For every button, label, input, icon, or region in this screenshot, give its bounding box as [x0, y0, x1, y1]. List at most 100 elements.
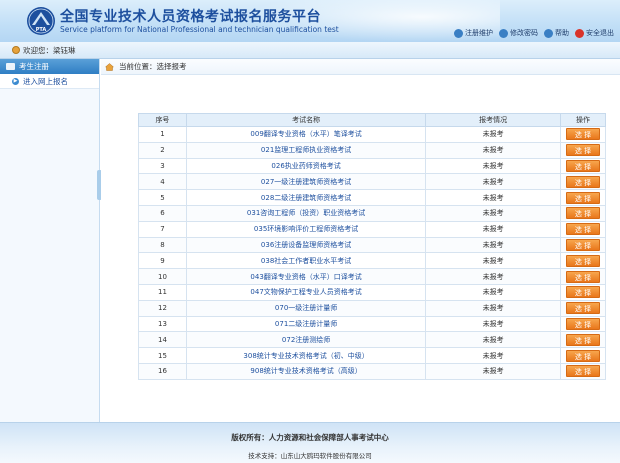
registration-status: 未报考	[425, 299, 561, 317]
select-button[interactable]: 选 择	[566, 238, 600, 251]
exam-name: 031咨询工程师（投资）职业资格考试	[185, 204, 427, 222]
row-number: 4	[138, 173, 187, 191]
registration-status: 未报考	[425, 173, 561, 191]
username: 梁钰琳	[53, 45, 76, 55]
pta-logo-icon: PTA	[27, 7, 55, 35]
logout-link[interactable]: 安全退出	[575, 28, 614, 38]
table-row: 6 031咨询工程师（投资）职业资格考试 未报考选 择	[138, 204, 606, 222]
power-icon	[575, 28, 584, 38]
select-button[interactable]: 选 择	[566, 207, 600, 220]
arrow-right-icon: ▶	[12, 77, 19, 85]
site-subtitle: Service platform for National Profession…	[60, 25, 339, 34]
select-button[interactable]: 选 择	[566, 317, 600, 330]
table-row: 3 026执业药师资格考试 未报考选 择	[138, 157, 606, 175]
select-button[interactable]: 选 择	[566, 159, 600, 172]
row-number: 1	[138, 126, 187, 143]
table-row: 11 047文物保护工程专业人员资格考试 未报考选 择	[138, 283, 606, 301]
row-number: 10	[138, 268, 187, 285]
exam-name: 043翻译专业资格（水平）口译考试	[185, 268, 427, 285]
registration-status: 未报考	[425, 236, 561, 254]
col-header-name: 考试名称	[185, 113, 427, 127]
footer-copyright: 版权所有：人力资源和社会保障部人事考试中心	[231, 433, 389, 442]
help-icon	[544, 28, 553, 38]
header-banner: PTA 全国专业技术人员资格考试报名服务平台 Service platform …	[0, 0, 620, 42]
row-number: 5	[138, 189, 187, 206]
exam-name: 908统计专业技术资格考试（高级）	[185, 362, 427, 380]
select-button[interactable]: 选 择	[566, 254, 600, 267]
row-number: 9	[138, 252, 187, 270]
sidebar-item-online-registration[interactable]: ▶ 进入网上报名	[0, 74, 99, 89]
registration-status: 未报考	[425, 268, 561, 285]
exam-table-body: 1 009翻译专业资格（水平）笔译考试 未报考选 择 2 021监理工程师执业资格考试未…	[138, 126, 606, 380]
select-button[interactable]: 选 择	[566, 144, 600, 157]
table-row: 8 036注册设备监理师资格考试 未报考选 择	[138, 236, 606, 254]
folder-icon	[6, 63, 15, 70]
sidebar-section-title: 考生注册	[19, 62, 49, 71]
breadcrumb: 当前位置：选择报考	[101, 59, 620, 75]
register-maintain-link[interactable]: 注册维护	[454, 28, 493, 38]
change-password-link[interactable]: 修改密码	[499, 28, 538, 38]
action-cell: 选 择	[560, 362, 606, 380]
registration-status: 未报考	[425, 157, 561, 175]
exam-name: 009翻译专业资格（水平）笔译考试	[185, 126, 427, 143]
main-content: 当前位置：选择报考 序号 考试名称 报考情况 操作 1 009翻译专业资格（水平）…	[101, 59, 620, 422]
row-number: 11	[138, 283, 187, 301]
home-icon	[105, 62, 114, 71]
registration-status: 未报考	[425, 204, 561, 222]
welcome-bar: 欢迎您： 梁钰琳	[0, 42, 620, 59]
registration-status: 未报考	[425, 220, 561, 238]
select-button[interactable]: 选 择	[566, 175, 600, 188]
table-row: 4 027一级注册建筑师资格考试 未报考选 择	[138, 173, 606, 191]
select-button[interactable]: 选 择	[566, 365, 600, 378]
action-cell: 选 择	[560, 236, 606, 254]
action-cell: 选 择	[560, 173, 606, 191]
table-row: 10 043翻译专业资格（水平）口译考试 未报考选 择	[138, 268, 606, 285]
registration-status: 未报考	[425, 126, 561, 143]
logout-label: 安全退出	[586, 29, 614, 37]
select-button[interactable]: 选 择	[566, 270, 600, 283]
registration-status: 未报考	[425, 189, 561, 206]
select-button[interactable]: 选 择	[566, 191, 600, 204]
registration-status: 未报考	[425, 331, 561, 349]
action-cell: 选 择	[560, 157, 606, 175]
row-number: 3	[138, 157, 187, 175]
help-link[interactable]: 帮助	[544, 28, 569, 38]
exam-name: 070一级注册计量师	[185, 299, 427, 317]
sidebar-section-header[interactable]: 考生注册	[0, 59, 99, 74]
key-icon	[499, 28, 508, 38]
row-number: 8	[138, 236, 187, 254]
sidebar: 考生注册 ▶ 进入网上报名	[0, 59, 100, 422]
top-nav-links: 注册维护 修改密码 帮助 安全退出	[454, 28, 614, 38]
registration-status: 未报考	[425, 283, 561, 301]
col-header-no: 序号	[138, 113, 187, 127]
exam-name: 036注册设备监理师资格考试	[185, 236, 427, 254]
table-row: 16 908统计专业技术资格考试（高级） 未报考选 择	[138, 362, 606, 380]
user-edit-icon	[454, 28, 463, 38]
action-cell: 选 择	[560, 141, 606, 159]
row-number: 16	[138, 362, 187, 380]
footer: 版权所有：人力资源和社会保障部人事考试中心 技术支持：山东山大鸥玛软件股份有限公…	[0, 422, 620, 463]
change-password-label: 修改密码	[510, 29, 538, 37]
svg-text:PTA: PTA	[36, 27, 47, 33]
select-button[interactable]: 选 择	[566, 128, 600, 141]
col-header-action: 操作	[560, 113, 606, 127]
row-number: 6	[138, 204, 187, 222]
action-cell: 选 择	[560, 126, 606, 143]
action-cell: 选 择	[560, 252, 606, 270]
exam-name: 072注册测绘师	[185, 331, 427, 349]
table-row: 5 028二级注册建筑师资格考试 未报考选 择	[138, 189, 606, 206]
exam-name: 021监理工程师执业资格考试	[185, 141, 427, 159]
row-number: 14	[138, 331, 187, 349]
registration-status: 未报考	[425, 362, 561, 380]
exam-name: 308统计专业技术资格考试（初、中级）	[185, 347, 427, 364]
select-button[interactable]: 选 择	[566, 333, 600, 346]
action-cell: 选 择	[560, 347, 606, 364]
select-button[interactable]: 选 择	[566, 223, 600, 236]
select-button[interactable]: 选 择	[566, 349, 600, 362]
footer-tech-support: 技术支持：山东山大鸥玛软件股份有限公司	[248, 452, 372, 460]
select-button[interactable]: 选 择	[566, 302, 600, 315]
user-icon	[12, 46, 20, 54]
breadcrumb-text: 当前位置：选择报考	[119, 62, 187, 71]
select-button[interactable]: 选 择	[566, 286, 600, 299]
table-row: 7 035环境影响评价工程师资格考试 未报考选 择	[138, 220, 606, 238]
